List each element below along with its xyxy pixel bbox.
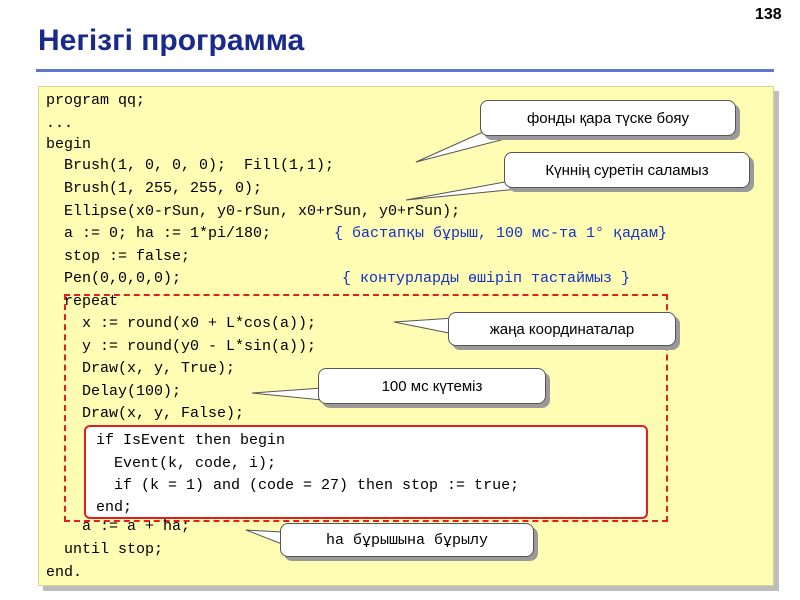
callout-wait: 100 мс күтеміз [318,368,546,404]
callout-pointer [251,387,323,401]
callout-rotate: ha бұрышына бұрылу [280,523,534,557]
callout-pointer [245,529,283,545]
callout-pointers [245,127,549,545]
callout-sun-drawing: Күннің суретін саламыз [504,152,750,188]
callout-pointer [393,317,455,335]
callout-background-fill: фонды қара түске бояу [480,100,736,136]
callout-new-coordinates: жаңа координаталар [448,312,676,346]
